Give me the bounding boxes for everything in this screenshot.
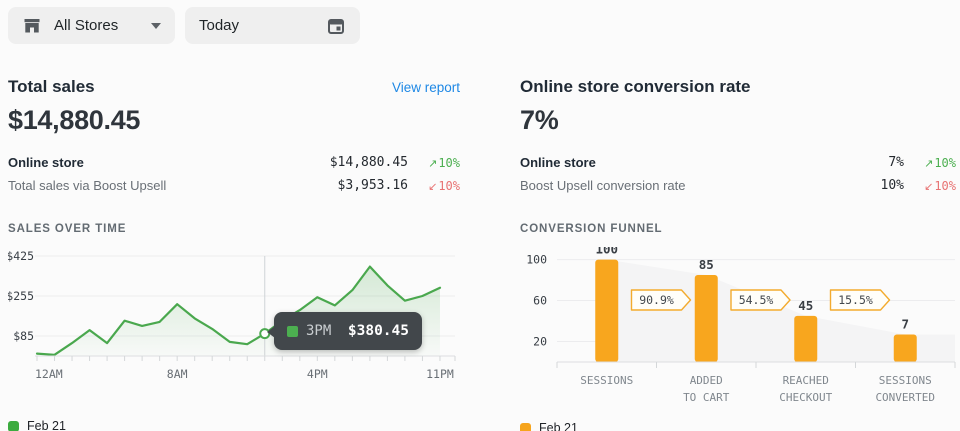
metric-row-online-store: Online store $14,880.45 ↗10%: [8, 151, 460, 174]
metric-row-boost-rate: Boost Upsell conversion rate 10% ↙10%: [520, 174, 956, 197]
metric-value: 7%: [888, 155, 904, 170]
svg-text:54.5%: 54.5%: [739, 293, 774, 307]
metric-value: $14,880.45: [330, 155, 408, 170]
tooltip-time: 3PM: [306, 323, 331, 339]
svg-text:REACHED: REACHED: [783, 374, 829, 387]
delta-badge: ↗10%: [408, 156, 460, 170]
conversion-metrics: Online store 7% ↗10% Boost Upsell conver…: [520, 151, 956, 197]
svg-text:SESSIONS: SESSIONS: [580, 374, 633, 387]
sales-over-time-chart-wrap: $85 $255 $425 12AM 8AM 4PM 11PM 3PM $380.45: [8, 247, 460, 392]
trend-down-icon: ↙: [428, 180, 437, 193]
svg-text:11PM: 11PM: [426, 367, 454, 381]
view-report-link[interactable]: View report: [392, 80, 460, 95]
trend-down-icon: ↙: [924, 180, 933, 193]
total-sales-panel: Total sales View report $14,880.45 Onlin…: [8, 77, 460, 431]
date-selector-label: Today: [199, 17, 239, 34]
conversion-funnel-heading: CONVERSION FUNNEL: [520, 223, 956, 235]
metric-label: Boost Upsell conversion rate: [520, 178, 881, 193]
funnel-legend: Feb 21: [520, 421, 956, 431]
metric-value: $3,953.16: [338, 178, 408, 193]
svg-text:TO CART: TO CART: [683, 391, 730, 404]
sales-legend: Feb 21: [8, 419, 460, 431]
sales-over-time-heading: SALES OVER TIME: [8, 223, 460, 235]
tooltip-value: $380.45: [348, 323, 409, 339]
legend-label: Feb 21: [539, 421, 578, 431]
legend-label: Feb 21: [27, 419, 66, 431]
total-sales-metrics: Online store $14,880.45 ↗10% Total sales…: [8, 151, 460, 197]
metric-label: Total sales via Boost Upsell: [8, 178, 338, 193]
delta-badge: ↗10%: [904, 156, 956, 170]
svg-text:CHECKOUT: CHECKOUT: [779, 391, 832, 404]
conversion-value: 7%: [520, 105, 956, 136]
total-sales-title: Total sales: [8, 77, 95, 97]
storefront-icon: [22, 16, 42, 36]
svg-text:100: 100: [595, 247, 618, 257]
delta-badge: ↙10%: [904, 179, 956, 193]
metric-row-boost-upsell: Total sales via Boost Upsell $3,953.16 ↙…: [8, 174, 460, 197]
svg-text:45: 45: [798, 298, 813, 313]
metric-row-online-store-rate: Online store 7% ↗10%: [520, 151, 956, 174]
total-sales-value: $14,880.45: [8, 105, 460, 136]
delta-badge: ↙10%: [408, 179, 460, 193]
conversion-panel: Online store conversion rate 7% Online s…: [520, 77, 956, 431]
svg-text:ADDED: ADDED: [690, 374, 723, 387]
chart-tooltip: 3PM $380.45: [274, 312, 422, 350]
svg-text:8AM: 8AM: [167, 367, 188, 381]
svg-text:$255: $255: [8, 289, 34, 303]
date-selector-button[interactable]: Today: [185, 7, 360, 44]
store-selector-label: All Stores: [54, 17, 118, 34]
conversion-title: Online store conversion rate: [520, 77, 751, 97]
store-selector-button[interactable]: All Stores: [8, 7, 175, 44]
metric-label: Online store: [520, 155, 888, 170]
legend-swatch: [8, 421, 19, 431]
toolbar: All Stores Today: [8, 7, 360, 44]
svg-text:20: 20: [533, 335, 547, 349]
svg-text:60: 60: [533, 294, 547, 308]
tooltip-series-swatch: [287, 326, 298, 337]
conversion-funnel-chart-wrap: 20 60 100 100 85 45 7 90.9% 54.5% 15.5% SESSIONS AD…: [520, 247, 956, 414]
svg-text:12AM: 12AM: [35, 367, 63, 381]
svg-text:$425: $425: [8, 249, 34, 263]
metric-value: 10%: [881, 178, 904, 193]
svg-text:7: 7: [901, 317, 909, 332]
svg-text:4PM: 4PM: [307, 367, 328, 381]
trend-up-icon: ↗: [428, 157, 437, 170]
svg-text:15.5%: 15.5%: [838, 293, 873, 307]
chevron-down-icon: [151, 23, 161, 29]
svg-text:SESSIONS: SESSIONS: [879, 374, 932, 387]
svg-text:90.9%: 90.9%: [639, 293, 674, 307]
svg-text:$85: $85: [13, 329, 34, 343]
trend-up-icon: ↗: [924, 157, 933, 170]
svg-text:85: 85: [699, 257, 714, 272]
svg-text:CONVERTED: CONVERTED: [875, 391, 935, 404]
metric-label: Online store: [8, 155, 330, 170]
conversion-funnel-chart[interactable]: 20 60 100 100 85 45 7 90.9% 54.5% 15.5% SESSIONS AD…: [520, 247, 960, 409]
calendar-icon: [326, 16, 346, 36]
svg-text:100: 100: [526, 253, 547, 267]
legend-swatch: [520, 423, 531, 431]
